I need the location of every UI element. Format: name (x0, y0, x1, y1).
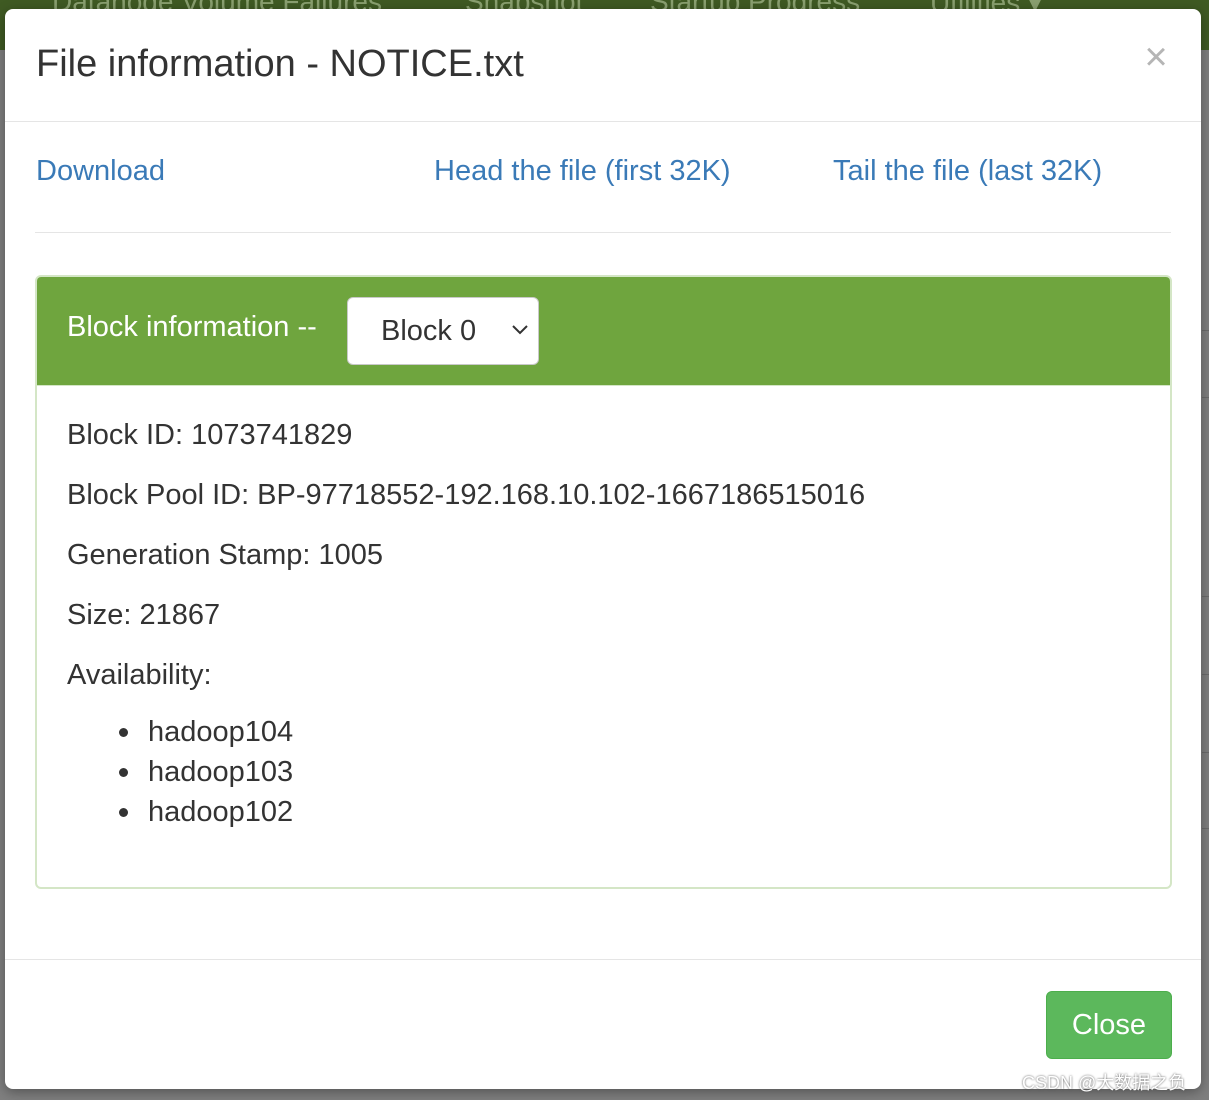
block-select-value: Block 0 (381, 315, 477, 347)
block-information-panel: Block information -- Block 0 Block ID: 1… (35, 275, 1172, 889)
generation-stamp: Generation Stamp: 1005 (67, 539, 383, 571)
panel-title: Block information -- (67, 311, 317, 343)
close-button[interactable]: Close (1046, 991, 1172, 1059)
list-item: hadoop103 (119, 752, 293, 792)
block-select[interactable]: Block 0 (347, 297, 539, 365)
download-link[interactable]: Download (36, 155, 165, 188)
modal-header: File information - NOTICE.txt × (5, 9, 1201, 122)
head-file-link[interactable]: Head the file (first 32K) (434, 155, 731, 188)
availability-list: hadoop104 hadoop103 hadoop102 (119, 712, 293, 832)
bullet-icon (119, 728, 128, 737)
bullet-icon (119, 768, 128, 777)
panel-heading: Block information -- Block 0 (37, 277, 1170, 386)
host-name: hadoop103 (148, 756, 294, 788)
tail-file-link[interactable]: Tail the file (last 32K) (833, 155, 1102, 188)
block-pool-id: Block Pool ID: BP-97718552-192.168.10.10… (67, 479, 866, 511)
host-name: hadoop102 (148, 796, 294, 828)
host-name: hadoop104 (148, 716, 294, 748)
chevron-down-icon (512, 325, 528, 335)
block-size: Size: 21867 (67, 599, 221, 631)
block-id: Block ID: 1073741829 (67, 419, 353, 451)
availability-label: Availability: (67, 659, 212, 691)
list-item: hadoop102 (119, 792, 293, 832)
modal-title: File information - NOTICE.txt (36, 43, 524, 85)
file-actions: Download Head the file (first 32K) Tail … (5, 121, 1201, 233)
list-item: hadoop104 (119, 712, 293, 752)
file-information-modal: File information - NOTICE.txt × Download… (5, 9, 1201, 1089)
bullet-icon (119, 808, 128, 817)
divider (35, 232, 1171, 233)
close-icon[interactable]: × (1138, 35, 1174, 79)
watermark: CSDN @大数据之负 (1022, 1073, 1187, 1093)
